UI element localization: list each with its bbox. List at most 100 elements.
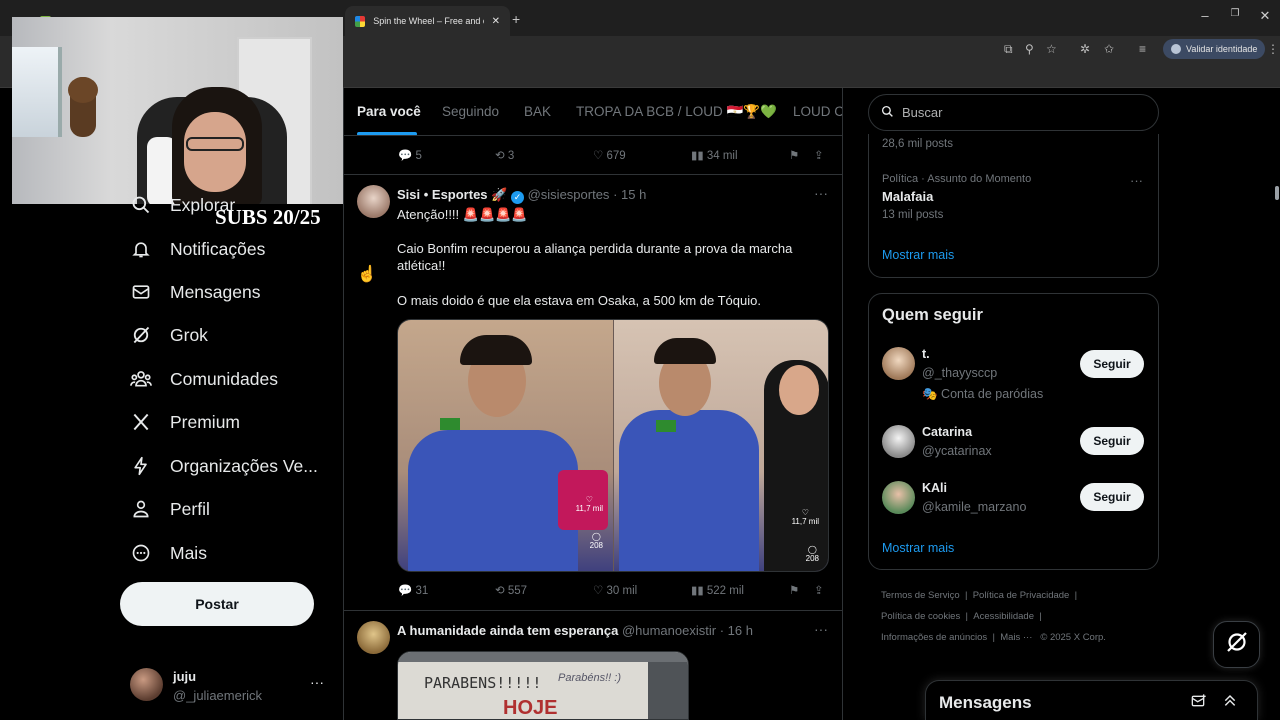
nav-profile[interactable]: Perfil — [130, 494, 210, 524]
follow-suggestion[interactable]: t. @_thayysccp 🎭 Conta de paródias Segui… — [869, 344, 1158, 406]
repost-button[interactable]: ⟲ 3 — [495, 148, 514, 162]
footer-privacy-link[interactable]: Política de Privacidade — [973, 590, 1070, 601]
bookmark-icon[interactable]: ⚑ — [789, 148, 799, 162]
trend-item[interactable]: Política · Assunto do Momento Malafaia 1… — [869, 168, 1158, 228]
tab-following[interactable]: Seguindo — [442, 104, 499, 119]
nav-messages[interactable]: Mensagens — [130, 277, 260, 307]
like-button[interactable]: ♡ 679 — [593, 148, 626, 162]
post-author-handle[interactable]: @sisiesportes — [528, 187, 610, 202]
nav-verified-orgs[interactable]: Organizações Ve... — [130, 451, 318, 481]
suggestion-name: KAli — [922, 481, 947, 495]
sign-text-parabens-small: Parabéns!! :) — [558, 672, 621, 684]
suggestion-avatar — [882, 425, 915, 458]
new-message-icon[interactable] — [1191, 693, 1207, 714]
follow-button[interactable]: Seguir — [1080, 483, 1144, 511]
install-app-icon[interactable]: ⧉ — [1004, 42, 1013, 57]
post-author-handle[interactable]: @humanoexistir — [622, 623, 716, 638]
trends-show-more[interactable]: Mostrar mais — [882, 248, 954, 262]
nav-explore[interactable]: Explorar — [130, 190, 235, 220]
minimize-icon[interactable]: – — [1190, 8, 1220, 24]
extension-icon[interactable]: ✲ — [1080, 42, 1090, 56]
follow-suggestion[interactable]: KAli @kamile_marzano Seguir — [869, 479, 1158, 523]
reading-list-icon[interactable]: ≡ — [1139, 42, 1146, 56]
share-icon[interactable]: ⇪ — [814, 148, 824, 162]
window-controls: – ❐ ✕ — [1190, 8, 1280, 24]
grok-floating-button[interactable] — [1213, 621, 1260, 668]
zoom-icon[interactable]: ⚲ — [1025, 42, 1034, 56]
search-input[interactable]: Buscar — [868, 94, 1159, 131]
validate-identity-button[interactable]: Validar identidade — [1163, 39, 1266, 59]
nav-more[interactable]: Mais — [130, 538, 207, 568]
post-text-line3: O mais doido é que ela estava em Osaka, … — [397, 293, 761, 308]
follow-button[interactable]: Seguir — [1080, 350, 1144, 378]
suggestion-note: 🎭 Conta de paródias — [922, 387, 1044, 401]
views-button[interactable]: ▮▮ 522 mil — [691, 583, 744, 597]
tab-tropa-bcb-loud[interactable]: TROPA DA BCB / LOUD 🇪🇬🏆💚 — [576, 104, 777, 120]
trend-more-icon[interactable]: ··· — [1130, 173, 1143, 188]
nav-premium[interactable]: Premium — [130, 407, 240, 437]
bookmark-icon[interactable]: ⚑ — [789, 583, 799, 597]
expand-drawer-icon[interactable] — [1222, 692, 1238, 713]
footer-terms-link[interactable]: Termos de Serviço — [881, 590, 960, 601]
tab-for-you[interactable]: Para você — [357, 104, 421, 119]
tab-bak[interactable]: BAK — [524, 104, 551, 119]
follow-suggestion[interactable]: Catarina @ycatarinax Seguir — [869, 422, 1158, 466]
grok-icon — [1225, 630, 1249, 659]
bookmark-star-icon[interactable]: ☆ — [1046, 42, 1057, 56]
search-icon — [130, 194, 152, 216]
who-to-follow-title: Quem seguir — [882, 306, 983, 324]
suggestion-name: t. — [922, 347, 930, 361]
envelope-icon — [130, 281, 152, 303]
account-switcher[interactable]: juju @_juliaemerick ··· — [130, 668, 330, 704]
reply-button[interactable]: 💬 5 — [398, 148, 422, 162]
post-more-icon[interactable]: ··· — [814, 621, 828, 637]
close-tab-icon[interactable]: ✕ — [492, 16, 500, 27]
trend-divider — [869, 160, 1160, 161]
tab-loud-co[interactable]: LOUD Co — [793, 104, 842, 119]
post-author-avatar[interactable] — [357, 621, 390, 654]
share-icon[interactable]: ⇪ — [814, 583, 824, 597]
who-to-follow-show-more[interactable]: Mostrar mais — [882, 541, 954, 555]
footer-ads-info-link[interactable]: Informações de anúncios — [881, 632, 987, 643]
suggestion-handle: @_thayysccp — [922, 366, 998, 380]
brazil-flag-icon — [656, 420, 676, 432]
post-button[interactable]: Postar — [120, 582, 314, 626]
nav-notifications[interactable]: Notificações — [130, 234, 265, 264]
repost-button[interactable]: ⟲ 557 — [495, 583, 527, 597]
new-tab-button[interactable]: + — [512, 11, 520, 27]
follow-button[interactable]: Seguir — [1080, 427, 1144, 455]
favorites-icon[interactable]: ✩ — [1104, 42, 1114, 56]
browser-tab-active[interactable]: Spin the Wheel – Free and easy ✕ — [345, 6, 510, 36]
post-author-avatar[interactable] — [357, 185, 390, 218]
post-media-image[interactable]: PARABENS!!!!! Parabéns!! :) HOJE — [397, 651, 689, 720]
close-window-icon[interactable]: ✕ — [1250, 8, 1280, 24]
post-time[interactable]: · 16 h — [720, 623, 753, 638]
reply-button[interactable]: 💬 31 — [398, 583, 428, 597]
messages-drawer[interactable]: Mensagens — [925, 680, 1258, 720]
post-more-icon[interactable]: ··· — [814, 185, 828, 201]
nav-communities[interactable]: Comunidades — [130, 364, 278, 394]
post-author-name[interactable]: A humanidade ainda tem esperança — [397, 623, 618, 638]
plush-monkey-head — [68, 77, 98, 103]
video-frame-right: ♡ 11,7 mil ◯ 208 — [614, 320, 828, 571]
post-time[interactable]: · 15 h — [613, 187, 646, 202]
post-media-video[interactable]: ♡ 11,7 mil ◯ 208 ♡ 11,7 mil ◯ 208 — [397, 319, 829, 572]
post-author-name[interactable]: Sisi • Esportes 🚀 — [397, 187, 507, 202]
page-scrollbar[interactable] — [1275, 186, 1279, 200]
prev-post-actions: 💬 5 ⟲ 3 ♡ 679 ▮▮ 34 mil ⚑ ⇪ — [344, 148, 842, 166]
athlete-jacket — [619, 410, 759, 571]
trend-title: Malafaia — [882, 189, 934, 204]
account-avatar — [130, 668, 163, 701]
suggestion-handle: @ycatarinax — [922, 444, 992, 458]
footer-accessibility-link[interactable]: Acessibilidade — [973, 611, 1034, 622]
browser-menu-icon[interactable]: ⋮ — [1267, 42, 1279, 56]
restore-icon[interactable]: ❐ — [1220, 8, 1250, 24]
like-button[interactable]: ♡ 30 mil — [593, 583, 637, 597]
footer-more-link[interactable]: Mais ··· — [1000, 632, 1032, 643]
footer-cookies-link[interactable]: Política de cookies — [881, 611, 960, 622]
nav-grok[interactable]: Grok — [130, 320, 208, 350]
who-to-follow-card: Quem seguir t. @_thayysccp 🎭 Conta de pa… — [868, 293, 1159, 570]
views-button[interactable]: ▮▮ 34 mil — [691, 148, 738, 162]
account-more-icon[interactable]: ··· — [310, 674, 324, 690]
profile-icon — [1171, 44, 1181, 54]
